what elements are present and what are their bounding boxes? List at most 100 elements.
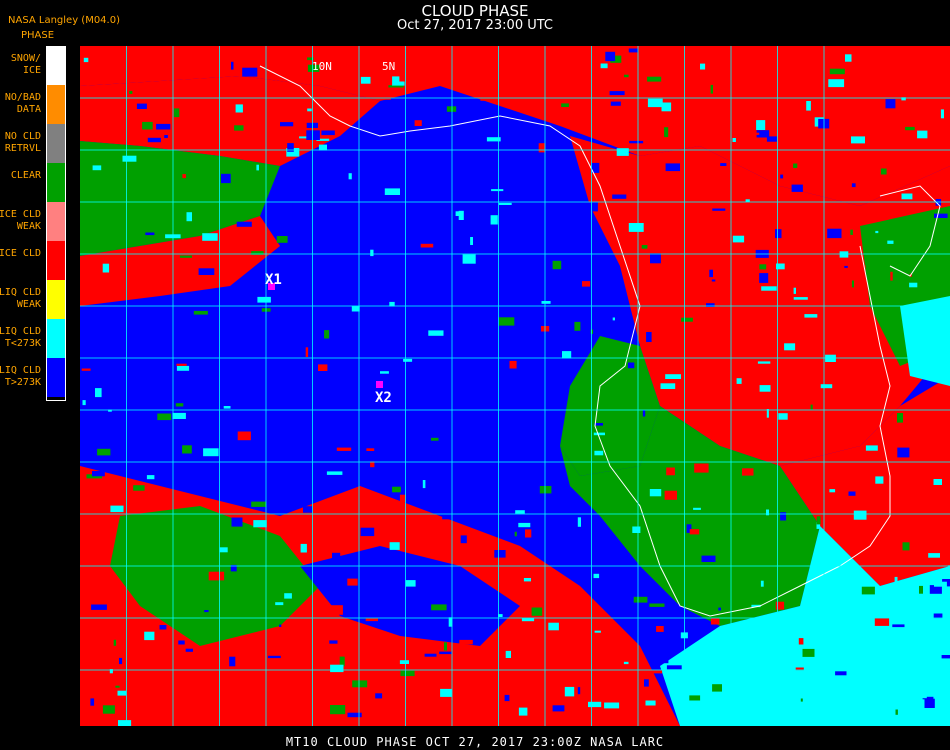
phase-speckle: [219, 547, 228, 553]
phase-speckle: [97, 448, 111, 456]
phase-speckle: [711, 279, 716, 282]
phase-speckle: [159, 625, 167, 630]
phase-speckle: [617, 316, 627, 321]
phase-speckle: [574, 321, 581, 331]
phase-speckle: [509, 360, 517, 369]
phase-speckle: [664, 127, 669, 138]
phase-speckle: [759, 273, 769, 283]
phase-speckle: [518, 707, 528, 716]
phase-speckle: [185, 648, 193, 652]
phase-speckle: [236, 221, 252, 227]
phase-speckle: [130, 70, 144, 74]
phase-speckle: [307, 108, 312, 112]
phase-speckle: [466, 83, 482, 89]
grid-label-10n: 10N: [312, 60, 332, 73]
phase-speckle: [775, 229, 782, 239]
phase-speckle: [656, 626, 664, 632]
phase-speckle: [712, 684, 722, 692]
phase-speckle: [385, 608, 400, 619]
phase-speckle: [674, 118, 679, 125]
legend-label: NO/BAD DATA: [4, 92, 41, 115]
phase-speckle: [221, 173, 231, 184]
phase-speckle: [439, 651, 452, 655]
phase-speckle: [892, 624, 905, 628]
phase-speckle: [934, 213, 948, 218]
phase-speckle: [816, 516, 821, 525]
phase-speckle: [756, 120, 766, 130]
phase-speckle: [810, 404, 813, 411]
phase-speckle: [594, 450, 604, 456]
legend-label: LIQ CLD T<273K: [0, 326, 41, 349]
phase-speckle: [593, 432, 605, 436]
phase-speckle: [481, 446, 484, 453]
phase-speckle: [123, 455, 132, 464]
phase-speckle: [156, 123, 171, 130]
legend-swatch: [47, 85, 65, 124]
phase-speckle: [505, 208, 512, 218]
phase-speckle: [665, 374, 681, 379]
phase-speckle: [178, 640, 185, 645]
phase-speckle: [399, 494, 406, 503]
phase-speckle: [562, 351, 572, 359]
phase-speckle: [257, 296, 271, 303]
phase-speckle: [250, 283, 266, 289]
phase-speckle: [284, 593, 292, 599]
phase-speckle: [649, 603, 665, 607]
phase-speckle: [662, 656, 669, 664]
phase-speckle: [389, 542, 400, 550]
phase-speckle: [91, 604, 107, 610]
phase-speckle: [800, 698, 803, 702]
phase-speckle: [305, 347, 309, 357]
phase-speckle: [207, 431, 218, 440]
phase-speckle: [605, 51, 616, 62]
phase-speckle: [117, 690, 127, 696]
phase-speckle: [237, 431, 251, 441]
phase-speckle: [920, 647, 929, 652]
phase-speckle: [612, 317, 615, 321]
phase-speckle: [186, 212, 192, 222]
phase-speckle: [650, 670, 663, 674]
phase-speckle: [538, 234, 548, 244]
phase-speckle: [462, 254, 476, 264]
phase-speckle: [786, 717, 793, 726]
phase-speckle: [594, 630, 601, 633]
phase-speckle: [501, 521, 505, 525]
phase-speckle: [157, 413, 172, 421]
phase-speckle: [602, 172, 614, 178]
phase-speckle: [941, 655, 950, 659]
phase-speckle: [223, 406, 231, 409]
phase-speckle: [928, 553, 940, 558]
phase-speckle: [628, 223, 644, 232]
phase-speckle: [204, 610, 209, 613]
phase-speckle: [793, 163, 798, 168]
phase-speckle: [505, 650, 511, 658]
phase-speckle: [514, 531, 517, 537]
phase-speckle: [897, 413, 903, 423]
phase-speckle: [330, 664, 344, 673]
phase-speckle: [306, 130, 320, 140]
phase-speckle: [738, 637, 746, 644]
grid-label-5n: 5N: [382, 60, 395, 73]
phase-speckle: [664, 490, 677, 500]
phase-speckle: [718, 607, 721, 611]
legend-item: LIQ CLD T>273K: [0, 358, 66, 397]
phase-speckle: [110, 505, 124, 513]
phase-speckle: [548, 622, 559, 631]
phase-speckle: [330, 605, 343, 615]
phase-speckle: [520, 225, 529, 232]
phase-speckle: [251, 501, 267, 507]
legend-swatch: [47, 124, 65, 163]
phase-speckle: [905, 126, 915, 131]
phase-speckle: [624, 74, 629, 78]
phase-speckle: [880, 168, 887, 175]
phase-speckle: [142, 121, 153, 130]
phase-speckle: [732, 138, 736, 142]
phase-speckle: [440, 688, 452, 697]
phase-speckle: [747, 132, 760, 135]
phase-speckle: [303, 506, 313, 513]
phase-speckle: [582, 281, 591, 287]
phase-speckle: [577, 687, 581, 695]
phase-speckle: [828, 79, 845, 88]
phase-speckle: [552, 260, 562, 270]
phase-speckle: [144, 631, 155, 641]
